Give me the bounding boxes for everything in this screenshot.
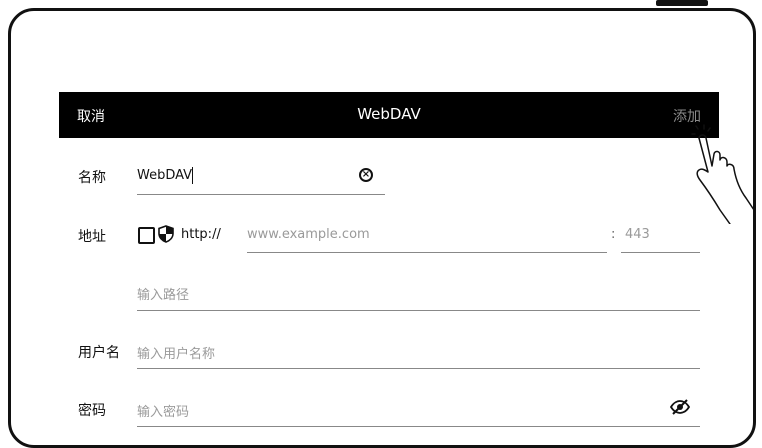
username-field-underline: [137, 368, 700, 369]
clear-icon[interactable]: ×: [359, 168, 373, 182]
host-input[interactable]: www.example.com: [247, 227, 370, 242]
port-field-underline: [621, 252, 700, 253]
dialog-title: WebDAV: [357, 105, 421, 123]
username-input[interactable]: 输入用户名称: [137, 343, 215, 362]
eye-off-icon[interactable]: [669, 398, 691, 416]
text-cursor: [192, 167, 193, 184]
port-input[interactable]: 443: [625, 227, 650, 242]
path-input[interactable]: 输入路径: [137, 284, 189, 303]
dialog-header: 取消 WebDAV 添加: [59, 92, 719, 138]
password-input[interactable]: 输入密码: [137, 401, 189, 420]
webdav-dialog: 取消 WebDAV 添加 名称 WebDAV × 地址 http:// www.…: [59, 92, 719, 437]
shield-icon: [158, 225, 174, 243]
protocol-text: http://: [181, 227, 221, 242]
hand-tap-icon: [691, 124, 755, 224]
name-input[interactable]: WebDAV: [137, 168, 192, 183]
username-label: 用户名: [78, 345, 120, 361]
address-label: 地址: [78, 229, 106, 245]
port-separator: :: [611, 227, 616, 242]
password-label: 密码: [78, 403, 106, 419]
password-field-underline: [137, 426, 700, 427]
host-field-underline: [247, 252, 607, 253]
add-button[interactable]: 添加: [673, 106, 701, 126]
https-checkbox[interactable]: [138, 227, 155, 244]
name-label: 名称: [78, 170, 106, 186]
path-field-underline: [137, 310, 700, 311]
name-field-underline: [137, 194, 385, 195]
device-power-button: [656, 0, 708, 6]
